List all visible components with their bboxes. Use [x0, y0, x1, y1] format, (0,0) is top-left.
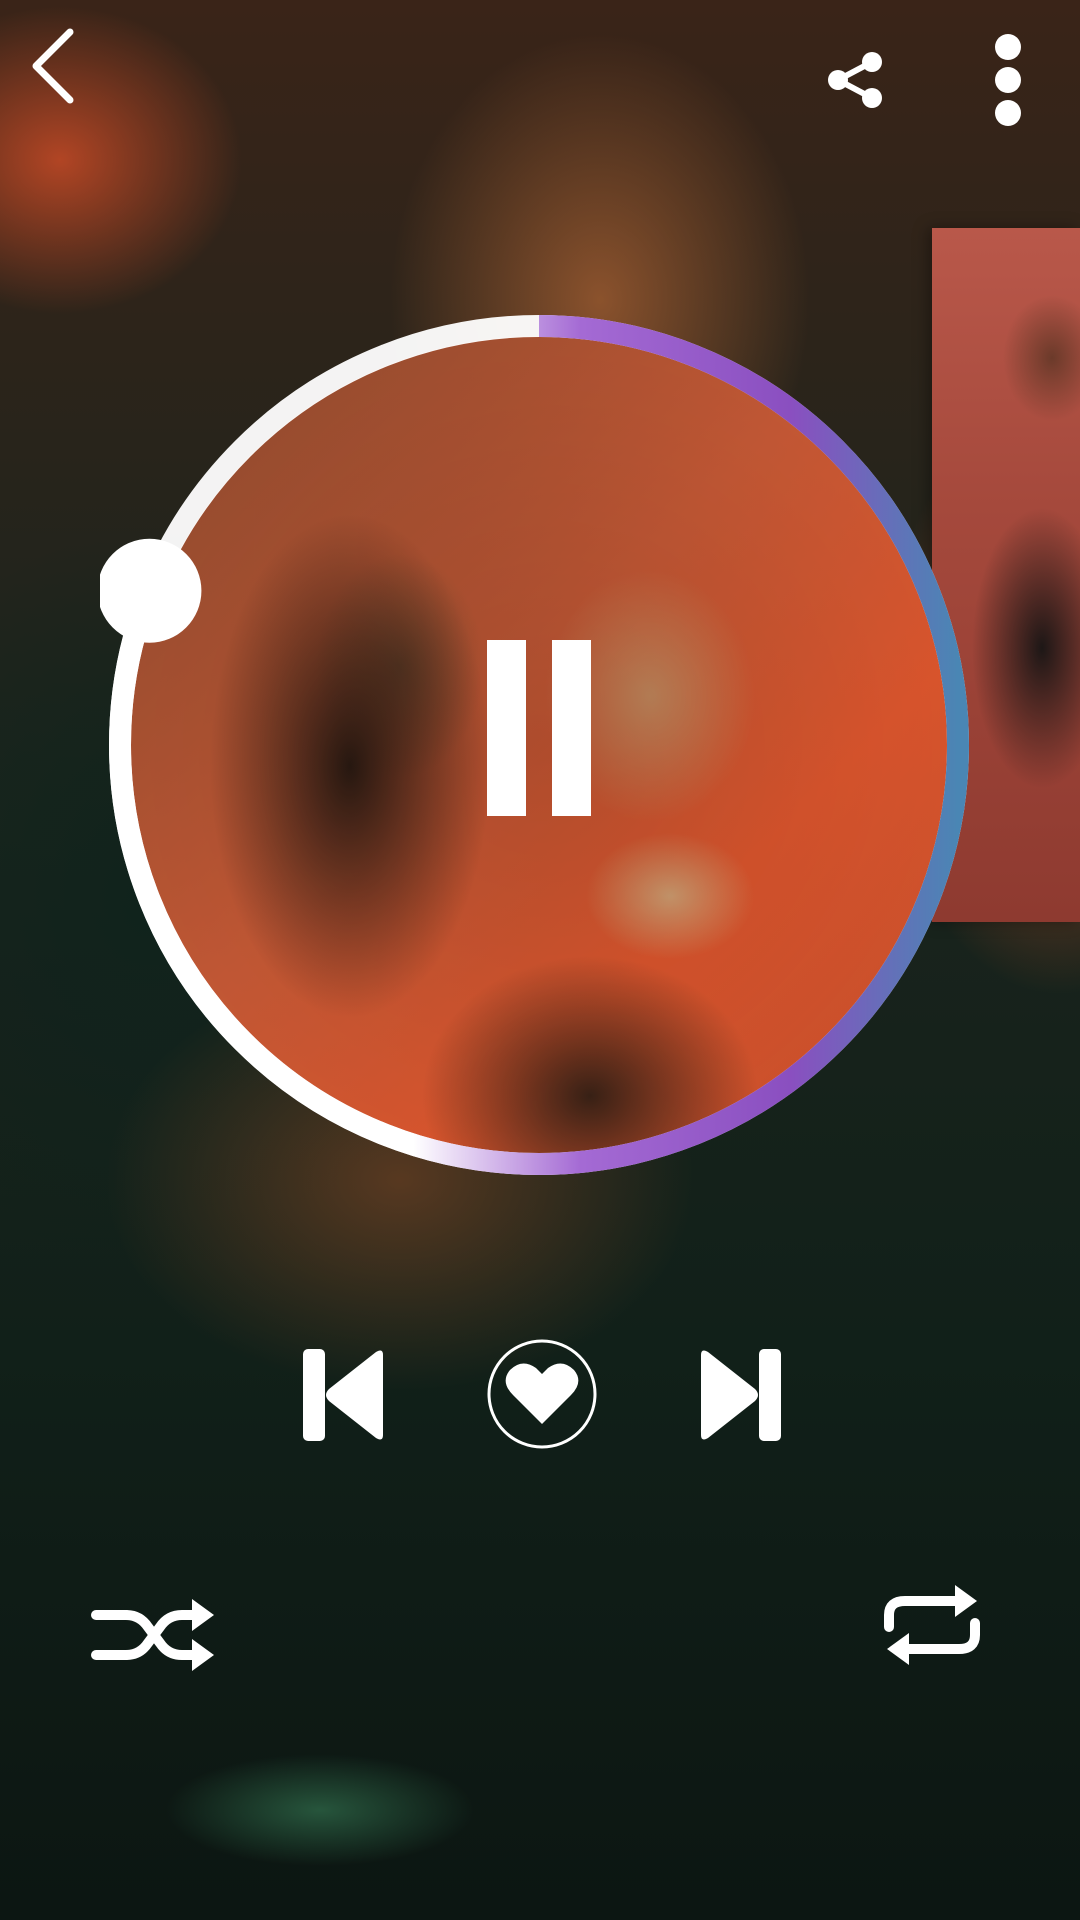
- skip-next-icon: [701, 1349, 781, 1441]
- repeat-button[interactable]: [872, 1570, 992, 1680]
- repeat-icon: [884, 1585, 980, 1665]
- secondary-controls: [0, 1560, 1080, 1700]
- more-options-button[interactable]: [976, 30, 1040, 130]
- pause-icon: [487, 640, 526, 816]
- back-arrow-icon: [32, 28, 74, 104]
- back-button[interactable]: [18, 22, 86, 110]
- shuffle-button[interactable]: [84, 1580, 224, 1690]
- share-button[interactable]: [816, 40, 896, 120]
- skip-previous-icon: [303, 1349, 383, 1441]
- pause-icon-bar: [552, 640, 591, 816]
- progress-knob[interactable]: [100, 538, 202, 643]
- more-vertical-icon: [995, 34, 1021, 126]
- share-icon: [828, 52, 882, 108]
- top-bar: [0, 0, 1080, 160]
- next-button[interactable]: [692, 1340, 788, 1450]
- heart-icon: [487, 1339, 597, 1449]
- previous-button[interactable]: [296, 1340, 392, 1450]
- playback-controls: [0, 1330, 1080, 1460]
- shuffle-icon: [91, 1599, 214, 1671]
- pause-button[interactable]: [487, 640, 591, 816]
- favorite-button[interactable]: [486, 1338, 598, 1450]
